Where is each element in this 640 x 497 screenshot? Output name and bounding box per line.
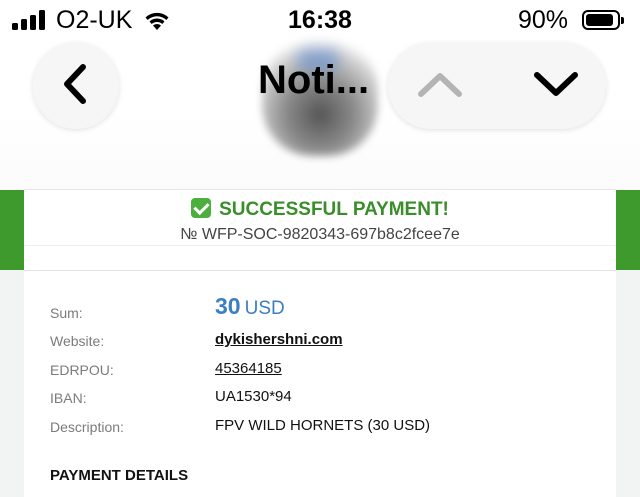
description-label: Description:: [50, 419, 124, 435]
sum-currency: USD: [244, 298, 285, 319]
sum-label: Sum:: [50, 305, 83, 321]
divider: [24, 245, 616, 246]
website-label: Website:: [50, 333, 105, 349]
status-bar: O2-UK 16:38 90%: [0, 0, 640, 40]
payment-status-text: SUCCESSFUL PAYMENT!: [219, 199, 449, 220]
row-sum: Sum: 30 USD: [50, 293, 610, 321]
battery-fill: [586, 14, 613, 26]
battery-percent: 90%: [518, 6, 569, 34]
row-iban: IBAN: UA1530*94: [50, 388, 610, 412]
row-website: Website: dykishershni.com: [50, 331, 610, 355]
iban-label: IBAN:: [50, 390, 87, 406]
chevron-down-icon: [532, 69, 580, 104]
row-edrpou: EDRPOU: 45364185: [50, 360, 610, 384]
sum-value: 30 USD: [215, 293, 285, 320]
iban-value: UA1530*94: [215, 388, 292, 405]
payment-card: Sum: 30 USD Website: dykishershni.com EDR…: [24, 270, 616, 497]
payment-details-heading: PAYMENT DETAILS: [50, 467, 189, 484]
chevron-up-icon: [416, 69, 464, 104]
edrpou-label: EDRPOU:: [50, 362, 114, 378]
order-number: № WFP-SOC-9820343-697b8c2fcee7e: [180, 226, 460, 243]
previous-message-button[interactable]: [414, 63, 466, 109]
payment-status: SUCCESSFUL PAYMENT!: [24, 198, 616, 221]
payment-status-section: SUCCESSFUL PAYMENT! № WFP-SOC-9820343-69…: [24, 189, 616, 270]
battery-icon: [582, 10, 624, 30]
next-message-button[interactable]: [530, 63, 582, 109]
website-link[interactable]: dykishershni.com: [215, 331, 343, 348]
sum-amount: 30: [215, 293, 241, 319]
chevron-left-icon: [59, 63, 93, 110]
page-title: Noti...: [258, 58, 370, 102]
description-value: FPV WILD HORNETS (30 USD): [215, 417, 431, 434]
message-navigation: [388, 43, 606, 129]
edrpou-link[interactable]: 45364185: [215, 360, 282, 377]
row-description: Description: FPV WILD HORNETS (30 USD): [50, 417, 610, 441]
back-button[interactable]: [33, 43, 119, 129]
checkmark-icon: [191, 198, 212, 218]
